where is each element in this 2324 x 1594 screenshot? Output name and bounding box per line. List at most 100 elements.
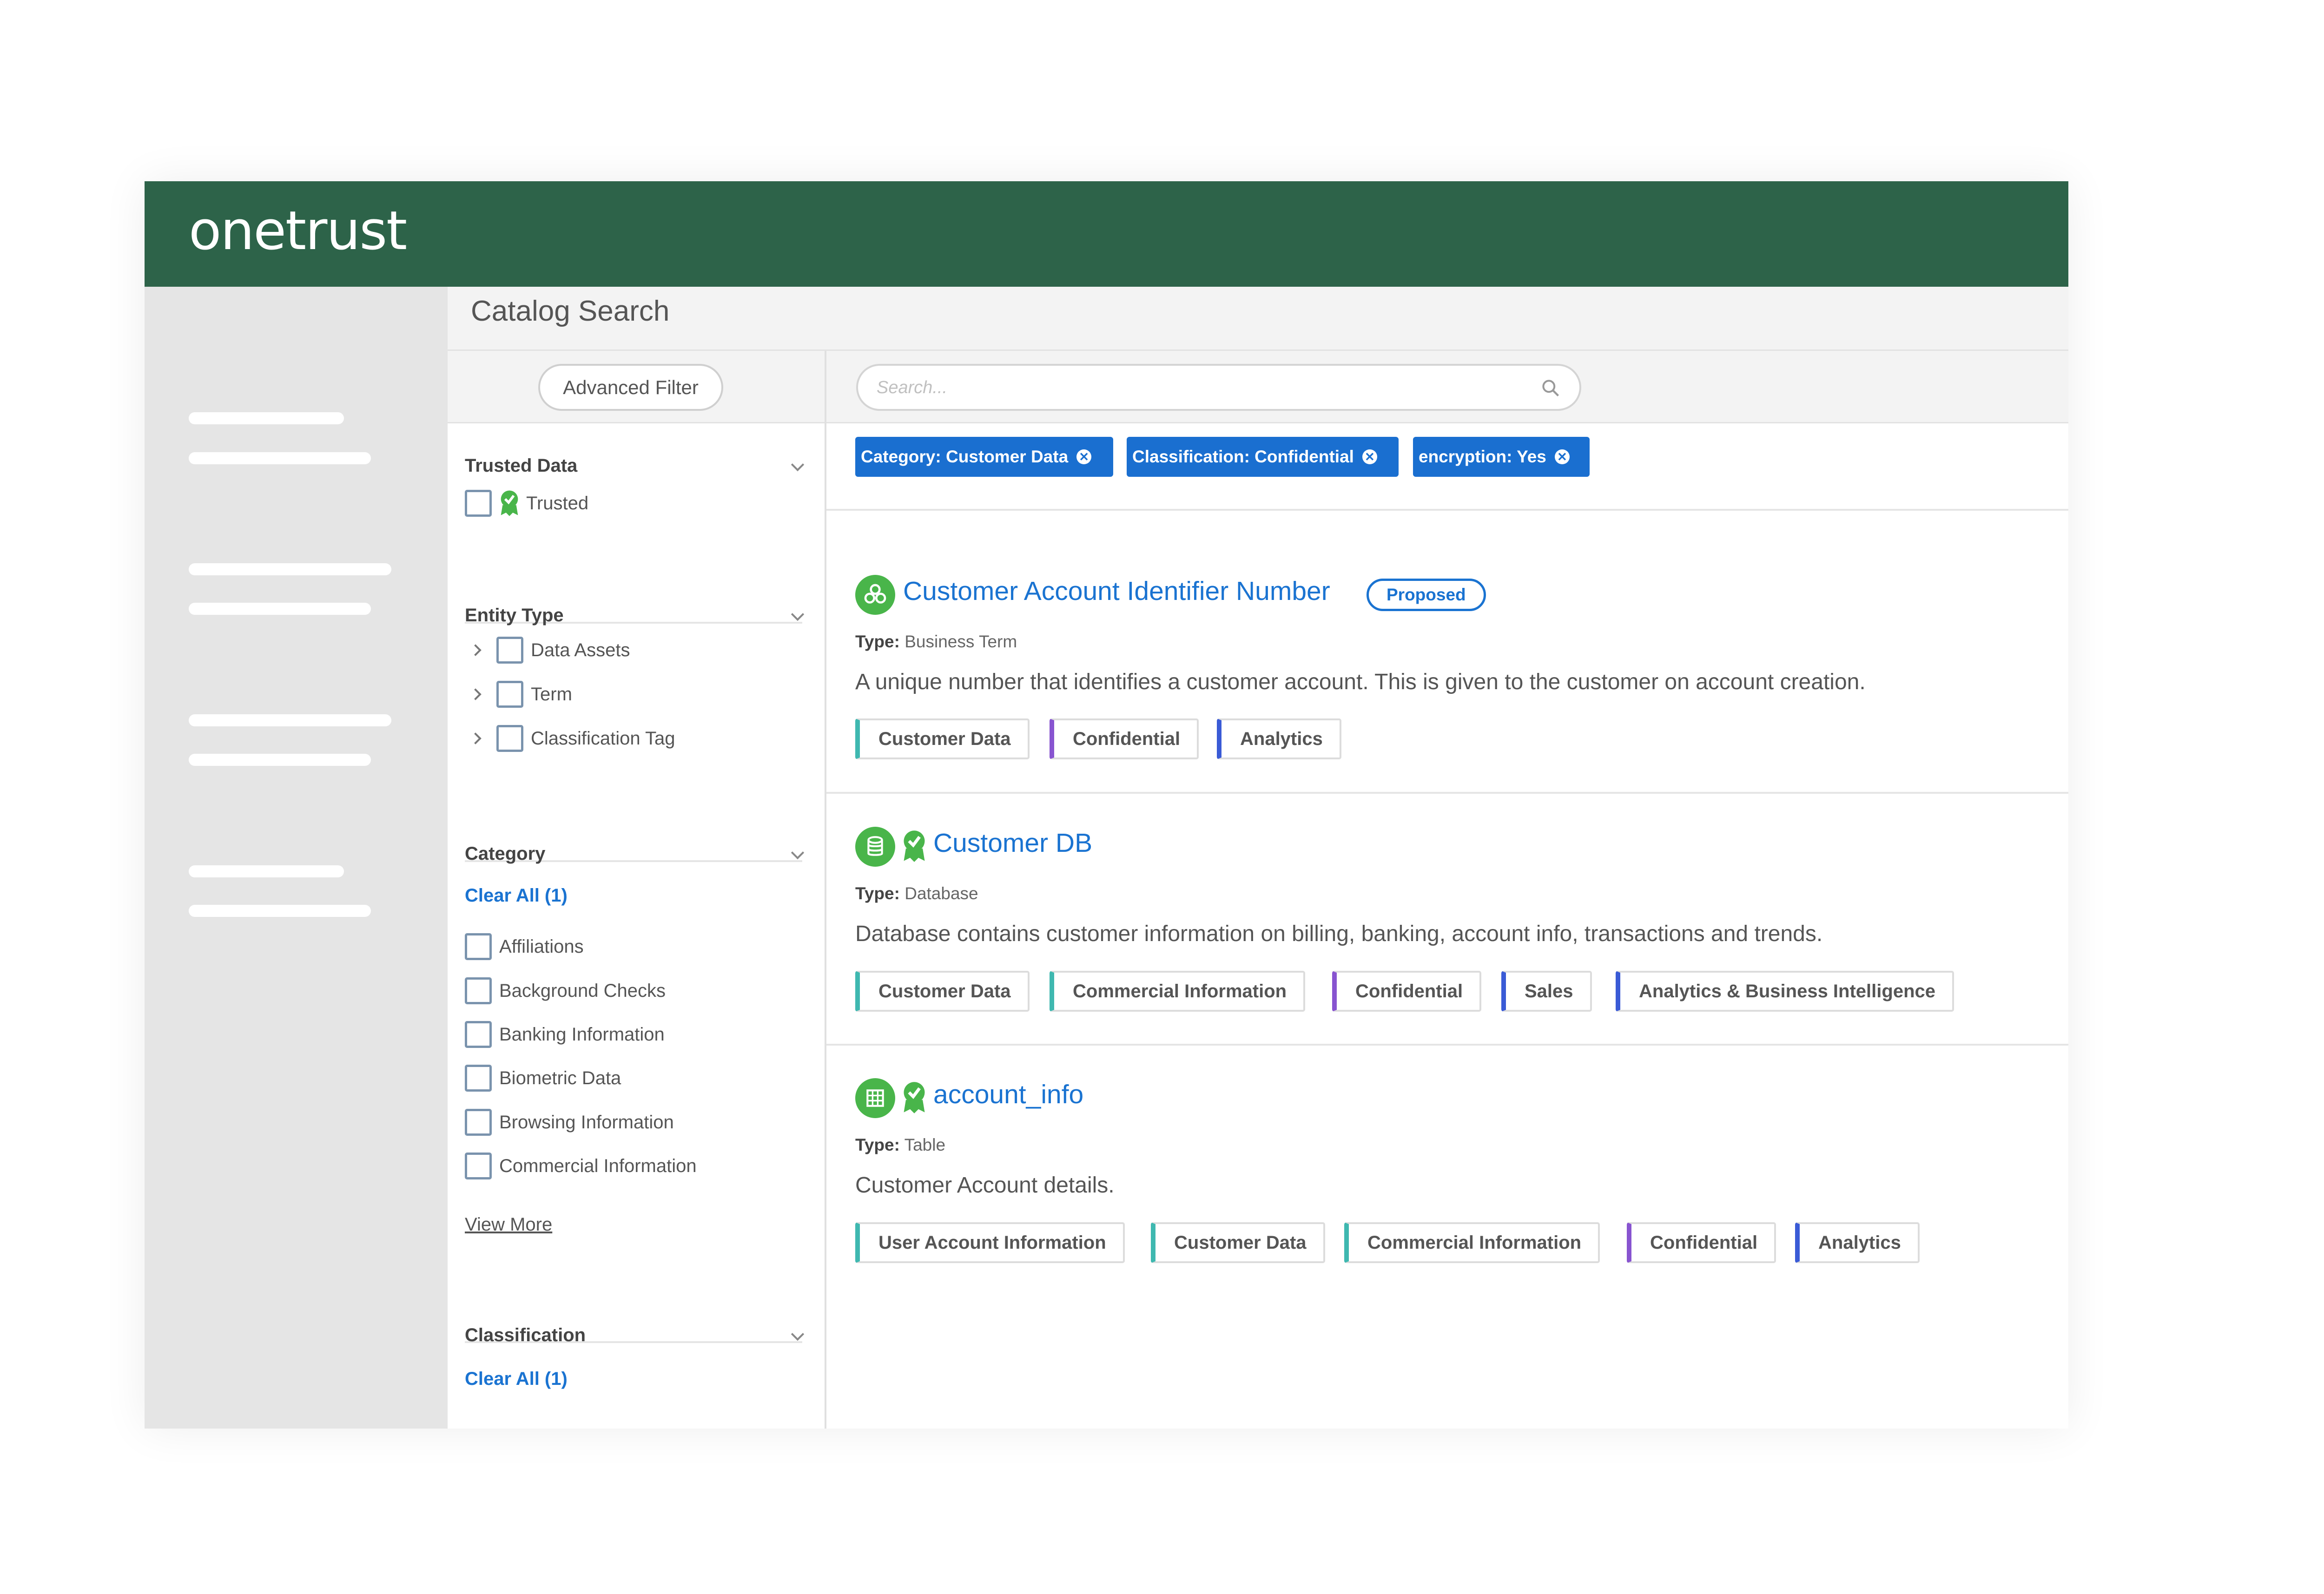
chevron-down-icon[interactable] xyxy=(791,458,805,472)
result-title-link[interactable]: account_info xyxy=(933,1079,1083,1110)
remove-filter-icon[interactable]: ✕ xyxy=(1362,449,1377,464)
type-label: Type: xyxy=(855,1135,900,1154)
main-content: Catalog Search Advanced Filter Trusted D… xyxy=(448,287,2068,1429)
table-icon xyxy=(855,1078,895,1118)
result-type: Type: Database xyxy=(855,884,978,903)
tag-chip[interactable]: Analytics xyxy=(1217,718,1341,759)
nav-placeholder-line[interactable] xyxy=(189,865,344,877)
entity-type-label: Data Assets xyxy=(531,639,630,660)
category-checkbox[interactable] xyxy=(465,1153,492,1179)
chevron-down-icon[interactable] xyxy=(791,1327,805,1341)
trusted-checkbox-row[interactable]: Trusted xyxy=(465,487,588,520)
active-filter-chips: Category: Customer Data ✕ Classification… xyxy=(855,437,2068,478)
classification-section: Classification Clear All (1) xyxy=(465,1325,805,1418)
chevron-right-icon[interactable] xyxy=(469,688,482,700)
search-box[interactable] xyxy=(856,364,1581,411)
nav-placeholder-line[interactable] xyxy=(189,754,371,766)
app-window: onetrust Catalog Search Advanced Filter … xyxy=(145,181,2068,1429)
entity-type-option[interactable]: Term xyxy=(469,678,572,711)
tag-chip[interactable]: Confidential xyxy=(1332,971,1482,1012)
result-type: Type: Business Term xyxy=(855,632,1017,652)
chevron-right-icon[interactable] xyxy=(469,732,482,744)
tag-chip[interactable]: Customer Data xyxy=(1151,1222,1325,1263)
filter-chip-label: encryption: Yes xyxy=(1419,447,1546,466)
result-item: Customer DB Type: Database Database cont… xyxy=(855,826,2040,1067)
tag-chip[interactable]: Confidential xyxy=(1050,718,1199,759)
trusted-badge-icon xyxy=(904,830,925,862)
category-label: Browsing Information xyxy=(499,1112,674,1133)
tag-chip[interactable]: Commercial Information xyxy=(1344,1222,1600,1263)
entity-type-option[interactable]: Data Assets xyxy=(469,634,630,666)
nav-placeholder-line[interactable] xyxy=(189,714,391,726)
category-label: Banking Information xyxy=(499,1024,665,1045)
advanced-filter-button[interactable]: Advanced Filter xyxy=(538,364,723,411)
view-more-link[interactable]: View More xyxy=(465,1214,552,1235)
result-description: A unique number that identifies a custom… xyxy=(855,670,1866,694)
category-label: Affiliations xyxy=(499,936,584,957)
category-clear-all-link[interactable]: Clear All (1) xyxy=(465,885,568,906)
tag-chip[interactable]: Confidential xyxy=(1627,1222,1776,1263)
nav-placeholder-line[interactable] xyxy=(189,603,371,615)
tag-chip[interactable]: Sales xyxy=(1501,971,1592,1012)
nav-placeholder-line[interactable] xyxy=(189,905,371,917)
chips-divider xyxy=(826,509,2068,511)
search-bar-area xyxy=(826,351,2068,423)
result-description: Database contains customer information o… xyxy=(855,922,1823,946)
nav-placeholder-line[interactable] xyxy=(189,563,391,575)
nav-placeholder-line[interactable] xyxy=(189,412,344,424)
type-value: Table xyxy=(904,1135,946,1154)
filter-chip[interactable]: Classification: Confidential ✕ xyxy=(1127,437,1399,477)
tag-chip[interactable]: Commercial Information xyxy=(1050,971,1306,1012)
remove-filter-icon[interactable]: ✕ xyxy=(1076,449,1092,464)
result-description: Customer Account details. xyxy=(855,1173,1115,1198)
category-checkbox[interactable] xyxy=(465,933,492,960)
trusted-checkbox[interactable] xyxy=(465,490,492,517)
category-option[interactable]: Biometric Data xyxy=(465,1062,621,1094)
chevron-down-icon[interactable] xyxy=(791,846,805,860)
filter-chip-label: Category: Customer Data xyxy=(861,447,1069,466)
category-option[interactable]: Affiliations xyxy=(465,930,584,963)
type-label: Type: xyxy=(855,632,900,651)
search-icon[interactable] xyxy=(1540,378,1561,398)
result-title-link[interactable]: Customer Account Identifier Number xyxy=(903,576,1330,606)
category-option[interactable]: Background Checks xyxy=(465,975,666,1007)
category-option[interactable]: Commercial Information xyxy=(465,1150,697,1182)
search-input[interactable] xyxy=(876,366,1519,410)
entity-type-label: Term xyxy=(531,684,572,705)
trusted-label: Trusted xyxy=(526,493,589,514)
classification-clear-all-link[interactable]: Clear All (1) xyxy=(465,1369,568,1390)
filter-chip[interactable]: Category: Customer Data ✕ xyxy=(855,437,1113,477)
nav-placeholder-line[interactable] xyxy=(189,452,371,464)
tag-chip[interactable]: User Account Information xyxy=(855,1222,1125,1263)
category-checkbox[interactable] xyxy=(465,1065,492,1092)
filter-panel: Advanced Filter Trusted Data Trusted Ent… xyxy=(448,351,826,1429)
result-type: Type: Table xyxy=(855,1135,945,1155)
chevron-down-icon[interactable] xyxy=(791,607,805,621)
classification-heading: Classification xyxy=(465,1325,586,1345)
tag-chip[interactable]: Customer Data xyxy=(855,971,1030,1012)
filter-chip-label: Classification: Confidential xyxy=(1132,447,1354,466)
type-value: Business Term xyxy=(905,632,1017,651)
entity-type-checkbox[interactable] xyxy=(496,725,523,752)
remove-filter-icon[interactable]: ✕ xyxy=(1554,449,1570,464)
result-title-link[interactable]: Customer DB xyxy=(933,828,1092,858)
tag-chip[interactable]: Analytics & Business Intelligence xyxy=(1616,971,1954,1012)
business-term-icon xyxy=(855,575,895,615)
chevron-right-icon[interactable] xyxy=(469,644,482,656)
category-option[interactable]: Browsing Information xyxy=(465,1106,674,1139)
category-checkbox[interactable] xyxy=(465,1021,492,1048)
entity-type-section: Entity Type Data Assets Term Classificat… xyxy=(465,605,805,791)
entity-type-option[interactable]: Classification Tag xyxy=(469,722,675,755)
entity-type-checkbox[interactable] xyxy=(496,637,523,664)
entity-type-label: Classification Tag xyxy=(531,728,675,749)
tag-chip[interactable]: Customer Data xyxy=(855,718,1030,759)
result-divider xyxy=(826,792,2068,794)
category-option[interactable]: Banking Information xyxy=(465,1018,665,1051)
tag-chip[interactable]: Analytics xyxy=(1795,1222,1920,1263)
entity-type-checkbox[interactable] xyxy=(496,681,523,708)
category-checkbox[interactable] xyxy=(465,1109,492,1136)
filter-chip[interactable]: encryption: Yes ✕ xyxy=(1413,437,1590,477)
category-checkbox[interactable] xyxy=(465,977,492,1004)
category-heading: Category xyxy=(465,843,546,864)
top-bar: onetrust xyxy=(145,181,2068,287)
